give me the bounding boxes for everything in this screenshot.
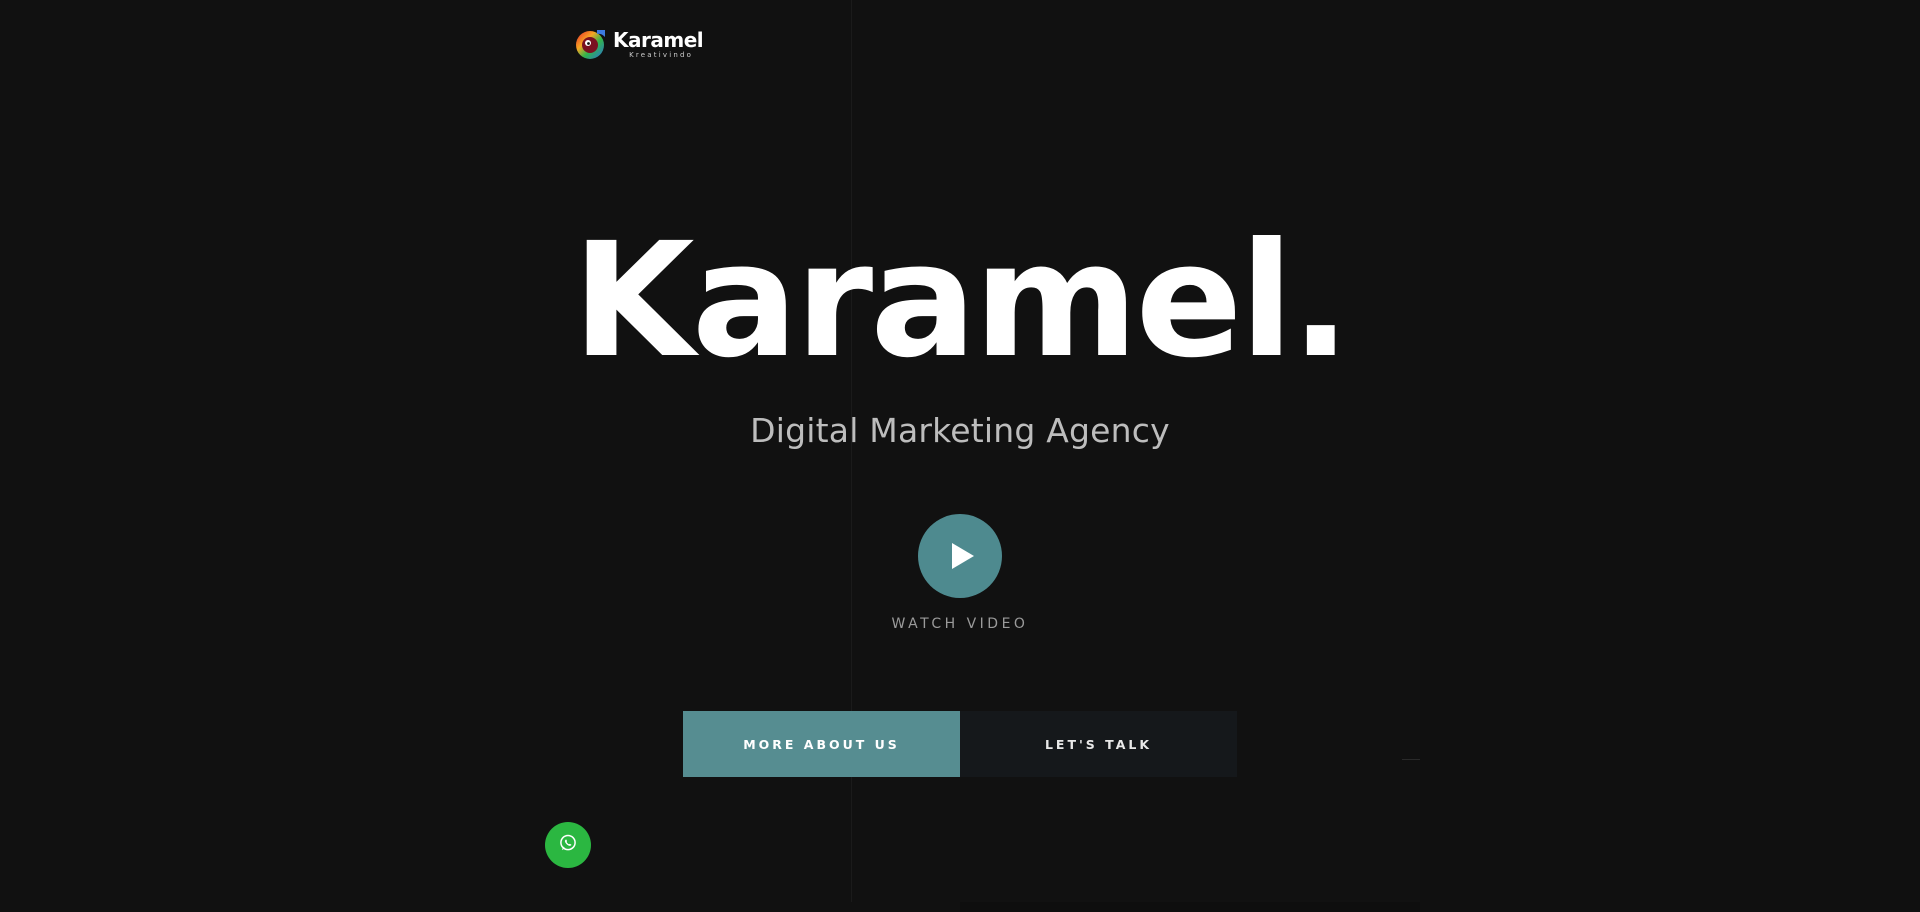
more-about-us-button[interactable]: MORE ABOUT US: [683, 711, 960, 777]
lets-talk-button[interactable]: LET'S TALK: [960, 711, 1237, 777]
logo-tagline: Kreativindo: [629, 50, 694, 59]
whatsapp-icon: [558, 833, 578, 857]
background-panel: [1420, 0, 1920, 912]
play-icon: [952, 543, 974, 569]
hero-subtitle: Digital Marketing Agency: [750, 411, 1170, 450]
site-logo[interactable]: Karamel Kreativindo: [575, 27, 704, 60]
page: Karamel Kreativindo Karamel. Digital Mar…: [0, 0, 1920, 912]
bottom-strip: [960, 902, 1420, 912]
watch-video-link[interactable]: WATCH VIDEO: [0, 616, 1920, 632]
karamel-logo-mark: [575, 28, 607, 60]
hero-title: Karamel.: [572, 209, 1351, 393]
divider-tick: [1402, 759, 1420, 760]
logo-name: Karamel: [613, 27, 704, 52]
whatsapp-button[interactable]: [545, 822, 591, 868]
play-video-button[interactable]: [918, 514, 1002, 598]
